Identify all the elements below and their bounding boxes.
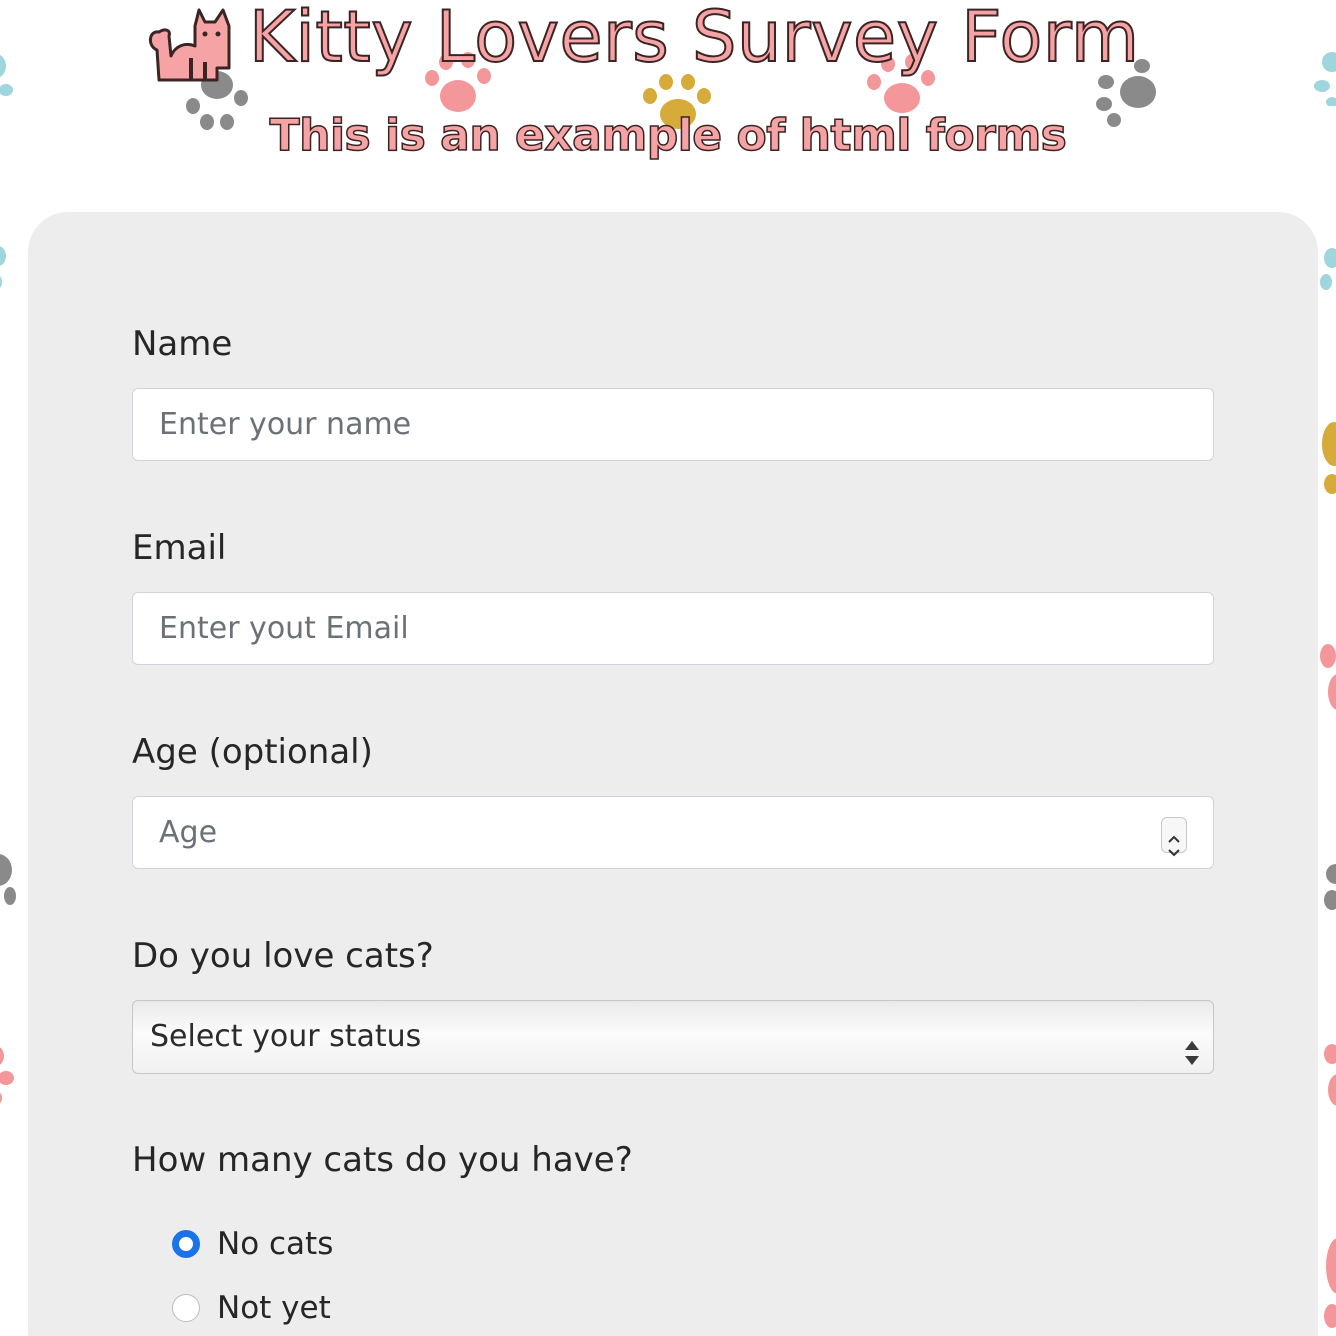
email-field-group: Email Enter yout Email	[132, 528, 1216, 665]
paw-print-icon	[1318, 860, 1336, 920]
radio-label-no-cats: No cats	[217, 1226, 334, 1262]
paw-print-icon	[0, 1040, 18, 1110]
paw-print-icon	[1316, 420, 1336, 500]
paw-print-icon	[0, 238, 16, 298]
paw-print-icon	[0, 852, 20, 932]
radio-option-no-cats[interactable]: No cats	[172, 1224, 333, 1264]
name-field-group: Name Enter your name	[132, 324, 1216, 461]
love-cats-select[interactable]: Select your status	[132, 1000, 1214, 1074]
age-input[interactable]: Age	[132, 796, 1214, 869]
love-cats-label: Do you love cats?	[132, 936, 434, 976]
paw-print-icon	[1316, 640, 1336, 720]
page-subtitle: This is an example of html forms	[269, 109, 1068, 162]
select-updown-icon	[1183, 1023, 1201, 1095]
name-placeholder: Enter your name	[159, 407, 412, 442]
page-title: Kitty Lovers Survey Form	[248, 0, 1140, 79]
sitting-cat-icon	[145, 6, 233, 90]
number-spinner-icon[interactable]	[1161, 817, 1187, 857]
cat-count-label: How many cats do you have?	[132, 1140, 633, 1180]
age-placeholder: Age	[159, 815, 218, 850]
email-input[interactable]: Enter yout Email	[132, 592, 1214, 665]
love-cats-selected-value: Select your status	[150, 1019, 422, 1054]
survey-page: Kitty Lovers Survey Form This is an exam…	[0, 0, 1336, 1336]
paw-print-icon	[1310, 46, 1336, 106]
email-label: Email	[132, 528, 227, 568]
radio-button-checked[interactable]	[172, 1230, 200, 1258]
survey-form: Name Enter your name Email Enter yout Em…	[28, 212, 1318, 1336]
paw-print-icon	[0, 46, 20, 106]
radio-option-not-yet[interactable]: Not yet	[172, 1288, 331, 1328]
header: Kitty Lovers Survey Form	[145, 0, 1205, 90]
email-placeholder: Enter yout Email	[159, 611, 409, 646]
paw-print-icon	[1316, 1040, 1336, 1120]
name-label: Name	[132, 324, 233, 364]
age-field-group: Age (optional) Age	[132, 732, 1216, 869]
radio-button-unchecked[interactable]	[172, 1294, 200, 1322]
radio-label-not-yet: Not yet	[217, 1290, 331, 1326]
paw-print-icon	[1316, 238, 1336, 298]
age-label: Age (optional)	[132, 732, 373, 772]
cat-count-field-group: How many cats do you have? No cats Not y…	[132, 1140, 1216, 1326]
paw-print-icon	[1316, 1236, 1336, 1336]
love-cats-field-group: Do you love cats? Select your status	[132, 936, 1216, 1074]
name-input[interactable]: Enter your name	[132, 388, 1214, 461]
